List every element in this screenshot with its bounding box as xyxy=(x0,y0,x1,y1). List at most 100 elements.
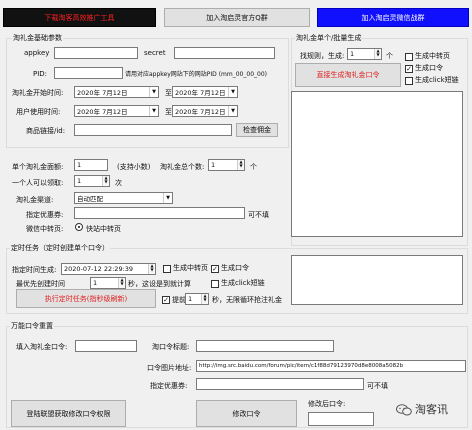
timer-time-value: 2020-07-12 22:29:39 xyxy=(64,265,134,273)
timer-interval-stepper[interactable]: 1 ▲ ▼ xyxy=(90,277,126,289)
secret-label: secret xyxy=(144,49,166,57)
spin-arrows-icon[interactable]: ▲ ▼ xyxy=(374,49,381,59)
chevron-down-icon[interactable]: ▼ xyxy=(149,87,158,97)
total-count-label: 淘礼金总个数: xyxy=(160,163,205,171)
chevron-down-icon[interactable]: ▼ xyxy=(228,106,237,116)
goods-link-input[interactable] xyxy=(74,124,232,136)
batch-count-value: 1 xyxy=(350,50,355,58)
spin-arrows-icon[interactable]: ▲ ▼ xyxy=(118,278,125,288)
start-date-value: 2020年 7月12日 xyxy=(77,89,128,97)
single-batch-title: 淘礼金单个/批量生成 xyxy=(295,34,363,43)
use-end-date-picker[interactable]: 2020年 7月12日 ▼ xyxy=(172,105,238,117)
timer-output-textarea[interactable] xyxy=(291,255,463,305)
batch-label: 找规则，生成: xyxy=(300,52,345,60)
batch-output-textarea[interactable] xyxy=(291,91,463,237)
spin-arrows-icon[interactable]: ▲ ▼ xyxy=(102,176,109,186)
coupon-label: 指定优惠券: xyxy=(26,211,64,219)
single-amount-input[interactable]: 1 xyxy=(74,159,108,171)
advance-checkbox[interactable]: ✓ xyxy=(162,296,170,304)
use-date-picker[interactable]: 2020年 7月12日 ▼ xyxy=(74,105,159,117)
use-date-value: 2020年 7月12日 xyxy=(77,108,128,116)
batch-unit: 个 xyxy=(386,52,393,60)
use-time-label: 用户使用时间: xyxy=(16,108,61,116)
chevron-down-icon[interactable]: ▼ xyxy=(163,193,172,203)
single-amount-hint: (支持小数) xyxy=(117,163,151,171)
advance-value: 1 xyxy=(188,295,193,303)
spin-arrows-icon[interactable]: ▲ ▼ xyxy=(201,294,208,304)
timer-opt-click-label: 生成click短链 xyxy=(221,279,265,287)
join-wechat-group-button[interactable]: 加入淘启灵微信战群 xyxy=(317,8,469,27)
spin-arrows-icon[interactable]: ▲ ▼ xyxy=(237,160,244,170)
timer-interval-value: 1 xyxy=(93,279,98,287)
download-tool-button[interactable]: 下载淘客高效推广工具 xyxy=(3,8,156,27)
universal-coupon-input[interactable] xyxy=(196,378,364,390)
start-date-picker[interactable]: 2020年 7月12日 ▼ xyxy=(74,86,159,98)
tlj-code-label: 填入淘礼金口令: xyxy=(16,343,68,351)
batch-opt-code-label: 生成口令 xyxy=(415,64,443,72)
wechat-page-radio[interactable] xyxy=(75,223,83,231)
timer-opt-redirect-label: 生成中转页 xyxy=(173,264,208,272)
per-user-stepper[interactable]: 1 ▲ ▼ xyxy=(74,175,110,187)
code-title-input[interactable] xyxy=(196,340,334,352)
to-label-1: 至 xyxy=(165,89,172,97)
to-label-2: 至 xyxy=(165,108,172,116)
batch-opt-click-checkbox[interactable] xyxy=(405,77,413,85)
goods-link-label: 商品链接/id: xyxy=(26,127,66,135)
modified-code-label: 修改后口令: xyxy=(308,400,346,408)
batch-opt-redirect-checkbox[interactable] xyxy=(405,53,413,61)
spin-arrows-icon[interactable]: ▲ ▼ xyxy=(148,264,155,274)
img-url-label: 口令图片地址: xyxy=(147,364,192,372)
login-alliance-button[interactable]: 登陆联盟获取修改口令权限 xyxy=(11,400,126,427)
wechat-page-option: 快站中转页 xyxy=(86,225,121,233)
single-amount-value: 1 xyxy=(77,161,82,169)
universal-coupon-hint: 可不填 xyxy=(367,382,388,390)
timer-opt-code-checkbox[interactable]: ✓ xyxy=(211,265,219,273)
modified-code-output[interactable] xyxy=(308,412,374,426)
appkey-label: appkey xyxy=(24,49,50,57)
timer-interval-hint: 秒，这设是到就计算 xyxy=(128,280,191,288)
timer-opt-click-checkbox[interactable] xyxy=(211,280,219,288)
total-count-value: 1 xyxy=(211,161,216,169)
generate-tlj-code-button[interactable]: 直接生成淘礼金口令 xyxy=(295,63,401,87)
single-amount-label: 单个淘礼金面额: xyxy=(12,163,64,171)
total-count-unit: 个 xyxy=(250,163,257,171)
code-title-label: 淘口令标题: xyxy=(152,343,190,351)
run-timer-button[interactable]: 执行定时任务(指秒级刷新) xyxy=(16,289,156,308)
pid-input[interactable] xyxy=(54,67,123,79)
channel-value: 自动匹配 xyxy=(77,195,103,203)
coupon-input[interactable] xyxy=(74,207,245,219)
advance-hint: 秒，无限循环抢注礼金 xyxy=(212,296,282,304)
advance-stepper[interactable]: 1 ▲ ▼ xyxy=(185,293,209,305)
channel-select[interactable]: 自动匹配 ▼ xyxy=(74,192,173,204)
appkey-input[interactable] xyxy=(54,47,138,59)
wechat-page-label: 微信中转页: xyxy=(26,225,64,233)
coupon-hint: 可不填 xyxy=(248,211,269,219)
pid-hint: 请用对应appkey网站下的网站PID (mm_00_00_00) xyxy=(125,71,267,78)
timer-title: 定时任务（定时创建单个口令） xyxy=(10,244,110,253)
timer-opt-redirect-checkbox[interactable] xyxy=(163,265,171,273)
start-end-date-picker[interactable]: 2020年 7月12日 ▼ xyxy=(172,86,238,98)
basic-params-title: 淘礼金基础参数 xyxy=(12,34,63,43)
chevron-down-icon[interactable]: ▼ xyxy=(228,87,237,97)
watermark-text: 淘客讯 xyxy=(415,403,448,416)
secret-input[interactable] xyxy=(174,47,275,59)
universal-title: 万能口令重置 xyxy=(10,322,54,331)
universal-coupon-label: 指定优惠券: xyxy=(150,382,188,390)
batch-opt-code-checkbox[interactable]: ✓ xyxy=(405,65,413,73)
check-commission-button[interactable]: 检查佣金 xyxy=(236,123,278,137)
img-url-input[interactable]: http://img.src.baidu.com/forum/pic/item/… xyxy=(196,360,466,372)
join-qq-group-button[interactable]: 加入淘启灵官方Q群 xyxy=(164,8,310,27)
advance-label: 提前 xyxy=(172,296,186,304)
batch-opt-redirect-label: 生成中转页 xyxy=(415,52,450,60)
modify-code-button[interactable]: 修改口令 xyxy=(196,400,297,427)
batch-opt-click-label: 生成click短链 xyxy=(415,76,459,84)
tlj-code-input[interactable] xyxy=(75,340,137,352)
total-count-stepper[interactable]: 1 ▲ ▼ xyxy=(208,159,245,171)
start-time-label: 淘礼金开始时间: xyxy=(12,89,64,97)
channel-label: 淘礼金渠道: xyxy=(16,196,54,204)
chevron-down-icon[interactable]: ▼ xyxy=(149,106,158,116)
timer-time-picker[interactable]: 2020-07-12 22:29:39 ▲ ▼ xyxy=(61,263,156,275)
timer-time-label: 指定时间生成: xyxy=(12,266,57,274)
batch-count-stepper[interactable]: 1 ▲ ▼ xyxy=(347,48,382,60)
img-url-value: http://img.src.baidu.com/forum/pic/item/… xyxy=(199,363,404,369)
